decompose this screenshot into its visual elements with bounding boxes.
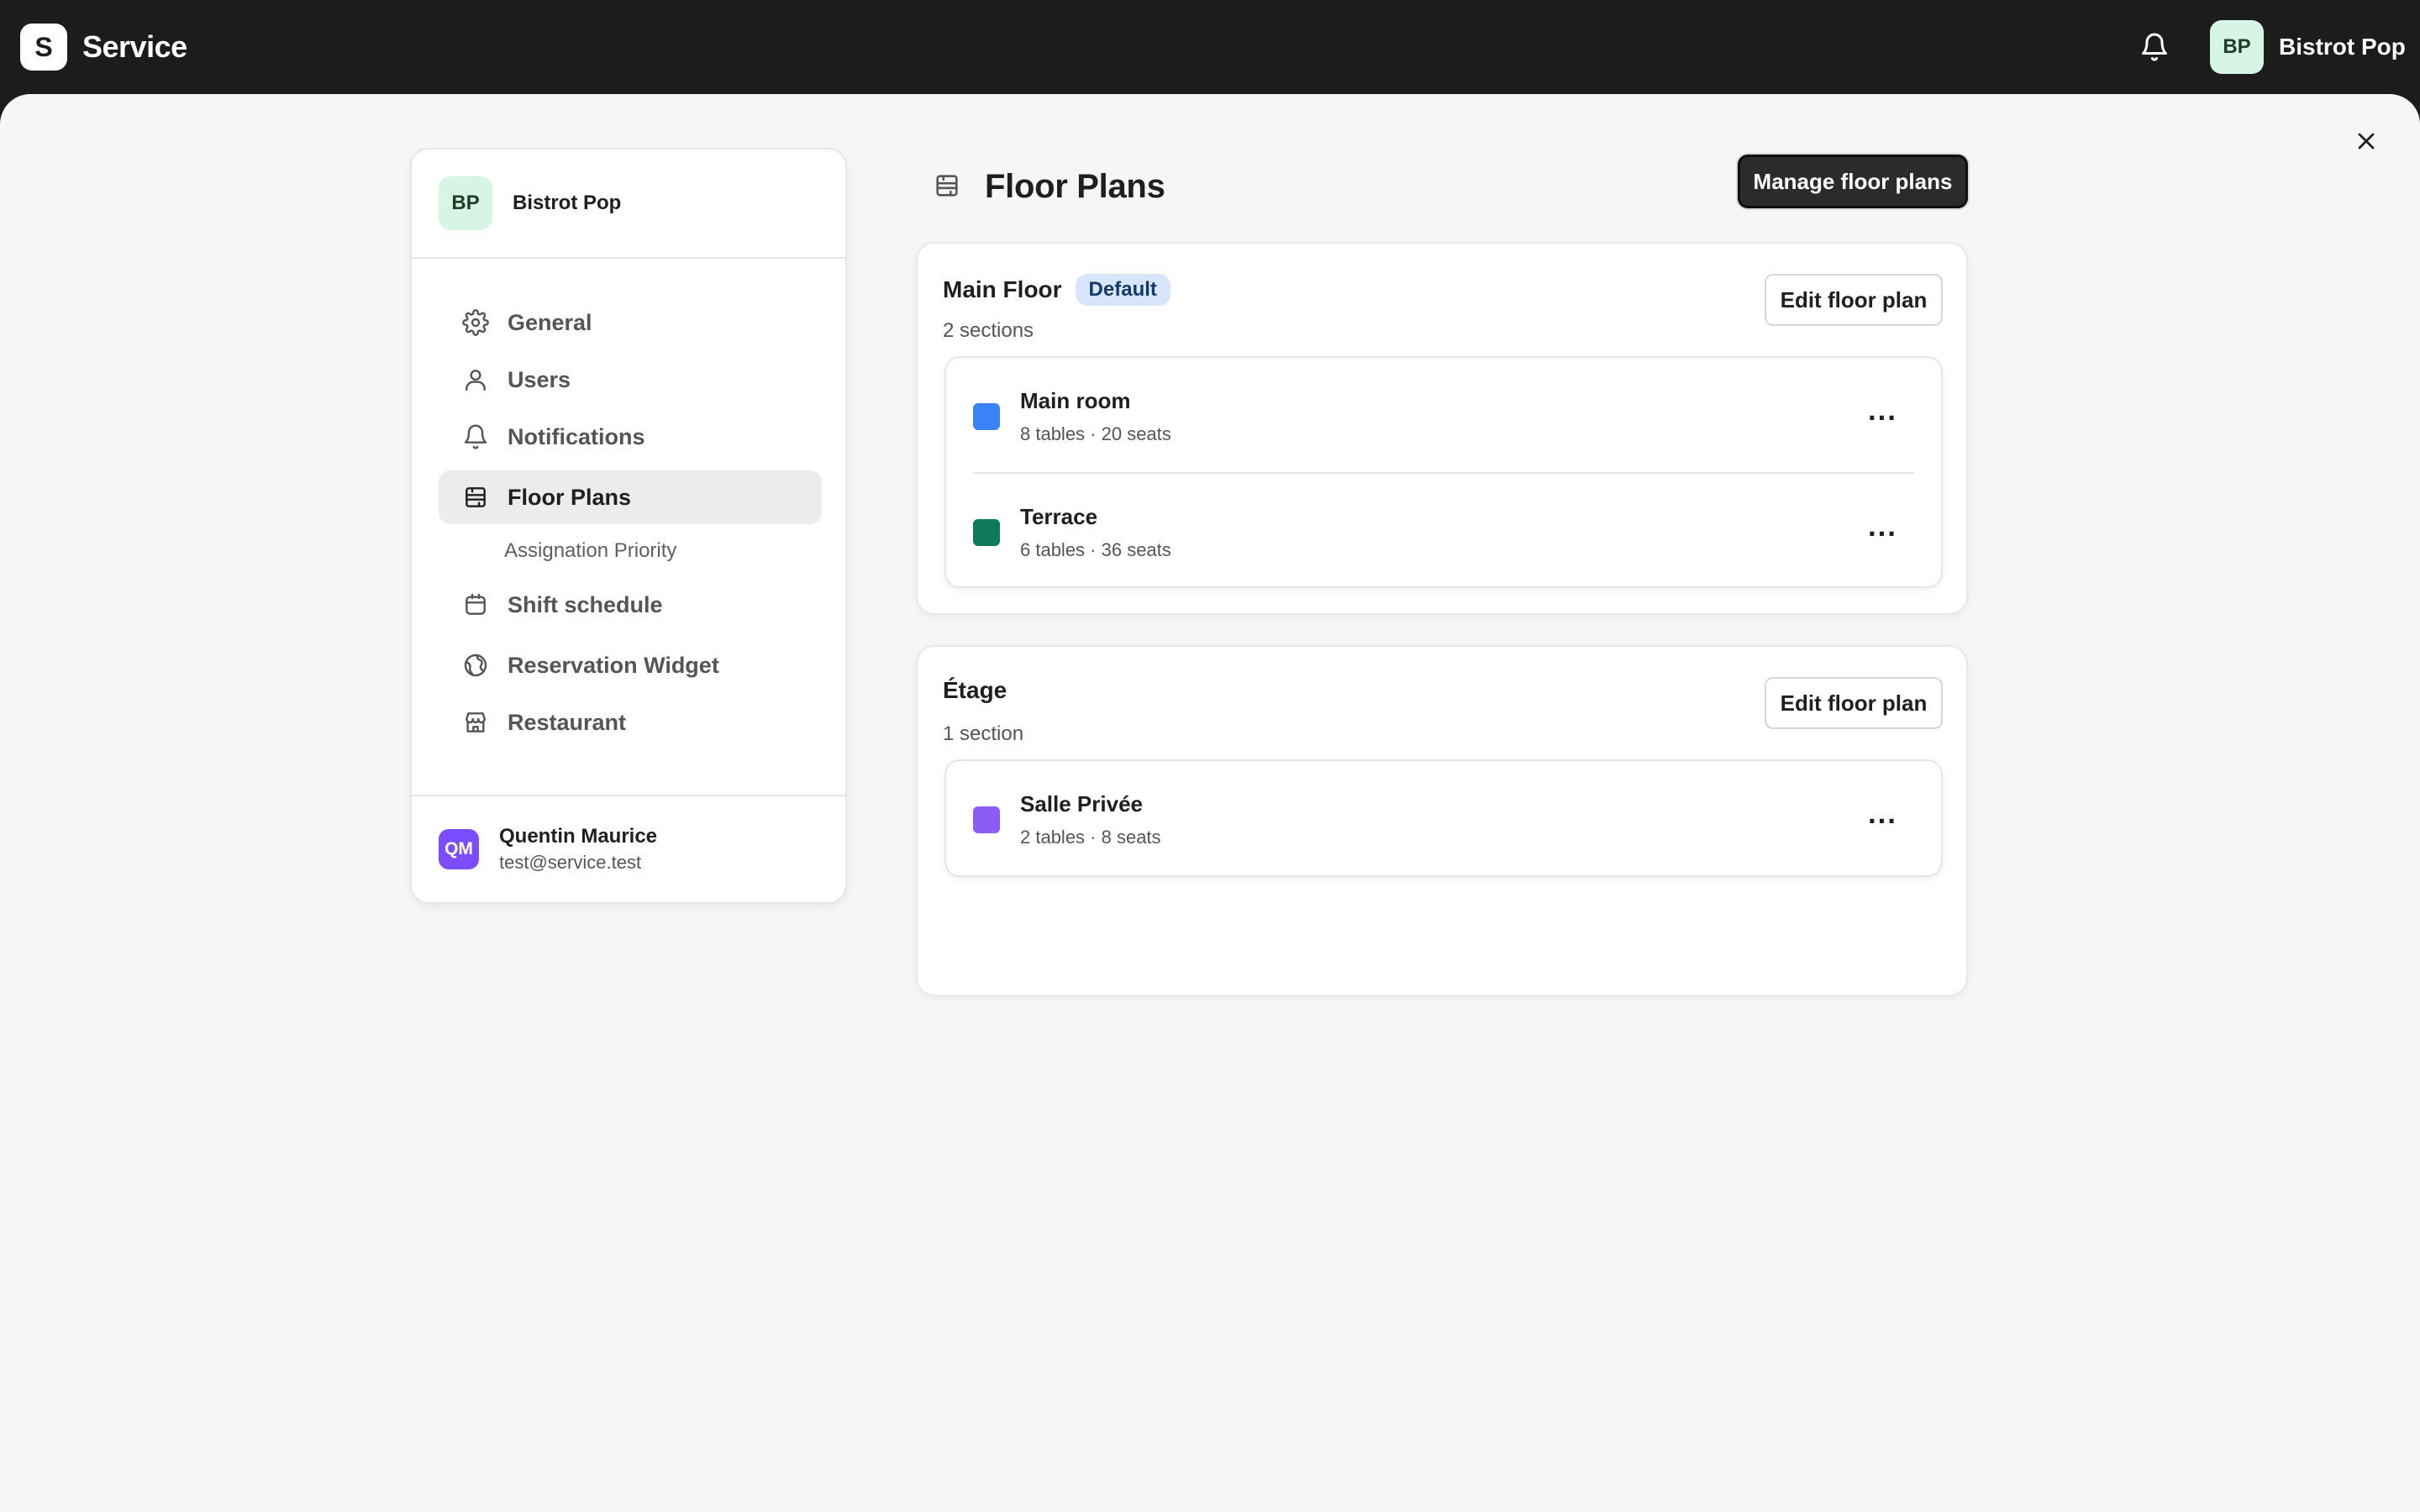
section-name: Salle Privée (1020, 791, 1143, 816)
section-color-swatch (973, 403, 1000, 430)
section-name: Main room (1020, 388, 1131, 413)
sidebar-item-notifications[interactable]: Notifications (439, 410, 822, 464)
sidebar-header: BP Bistrot Pop (412, 150, 845, 259)
sidebar-item-label: General (508, 309, 592, 335)
sidebar-item-label: Shift schedule (508, 591, 663, 617)
org-name: Bistrot Pop (513, 192, 622, 214)
store-icon (466, 712, 486, 732)
page-header: Floor Plans Manage floor plans (933, 155, 1968, 213)
calendar-icon (466, 593, 486, 615)
sidebar-item-general[interactable]: General (439, 296, 822, 349)
floor-name: Main Floor (943, 276, 1062, 302)
settings-sidebar: BP Bistrot Pop General Users Notificatio… (410, 148, 847, 904)
section-name: Terrace (1020, 504, 1098, 529)
globe-icon (464, 654, 487, 677)
sidebar-subitem-assignation-priority[interactable]: Assignation Priority (504, 539, 676, 563)
floor-name: Étage (943, 677, 1007, 703)
more-options-button[interactable]: ··· (1859, 805, 1906, 838)
user-icon (466, 370, 486, 391)
edit-floor-plan-button[interactable]: Edit floor plan (1765, 677, 1943, 729)
avatar: BP (2210, 20, 2264, 74)
sidebar-item-label: Restaurant (508, 709, 627, 735)
section-color-swatch (973, 519, 1000, 546)
sidebar-item-restaurant[interactable]: Restaurant (439, 696, 822, 749)
section-meta: 2 tables · 8 seats (1020, 827, 1161, 848)
bell-icon[interactable] (2139, 32, 2170, 62)
close-icon[interactable] (2353, 128, 2380, 155)
floor-card-main-floor: Main Floor Default 2 sections Edit floor… (916, 242, 1968, 615)
section-meta: 8 tables · 20 seats (1020, 423, 1171, 444)
section-meta: 6 tables · 36 seats (1020, 539, 1171, 560)
sidebar-item-shift-schedule[interactable]: Shift schedule (439, 578, 822, 632)
default-badge: Default (1075, 274, 1171, 306)
manage-floor-plans-button[interactable]: Manage floor plans (1738, 155, 1968, 208)
floor-card-etage: Étage 1 section Edit floor plan Salle Pr… (916, 645, 1968, 996)
bell-icon (464, 424, 487, 449)
floor-plan-icon (466, 487, 486, 507)
app-logo: S (20, 24, 67, 71)
user-email: test@service.test (499, 852, 642, 873)
floor-title: Main Floor Default (943, 274, 1171, 306)
more-options-button[interactable]: ··· (1859, 517, 1906, 551)
account-info: Quentin Maurice test@service.test (499, 825, 657, 874)
section-list: Main room 8 tables · 20 seats ··· Terrac… (944, 356, 1943, 588)
floor-title: Étage (943, 677, 1007, 704)
section-row-terrace[interactable]: Terrace 6 tables · 36 seats ··· (946, 474, 1941, 588)
app-name: Service (82, 29, 187, 64)
section-count: 2 sections (943, 319, 1034, 342)
user-name: Quentin Maurice (499, 825, 658, 848)
sidebar-item-label: Users (508, 366, 571, 392)
avatar: QM (439, 829, 479, 869)
section-color-swatch (973, 806, 1000, 833)
top-bar: S Service BP Bistrot Pop (0, 0, 2420, 94)
settings-sheet: BP Bistrot Pop General Users Notificatio… (0, 94, 2420, 1512)
sidebar-item-label: Notifications (508, 423, 645, 449)
org-avatar: BP (439, 176, 492, 230)
section-count: 1 section (943, 722, 1024, 745)
sidebar-item-users[interactable]: Users (439, 353, 822, 407)
sidebar-item-label: Reservation Widget (508, 652, 719, 678)
section-row-salle-privee[interactable]: Salle Privée 2 tables · 8 seats ··· (946, 761, 1941, 875)
section-list: Salle Privée 2 tables · 8 seats ··· (944, 759, 1943, 877)
section-row-main-room[interactable]: Main room 8 tables · 20 seats ··· (946, 358, 1941, 472)
floor-plan-icon (936, 175, 958, 197)
page-title: Floor Plans (985, 168, 1165, 205)
more-options-button[interactable]: ··· (1859, 402, 1906, 435)
account-menu[interactable]: BP Bistrot Pop (2210, 20, 2406, 74)
account-name: Bistrot Pop (2279, 34, 2406, 60)
account-footer[interactable]: QM Quentin Maurice test@service.test (412, 795, 845, 902)
sidebar-item-floor-plans[interactable]: Floor Plans (439, 470, 822, 524)
sidebar-item-label: Floor Plans (508, 484, 632, 510)
gear-icon (462, 309, 489, 336)
brand[interactable]: S Service (20, 24, 187, 71)
sidebar-item-reservation-widget[interactable]: Reservation Widget (439, 638, 822, 692)
edit-floor-plan-button[interactable]: Edit floor plan (1765, 274, 1943, 326)
